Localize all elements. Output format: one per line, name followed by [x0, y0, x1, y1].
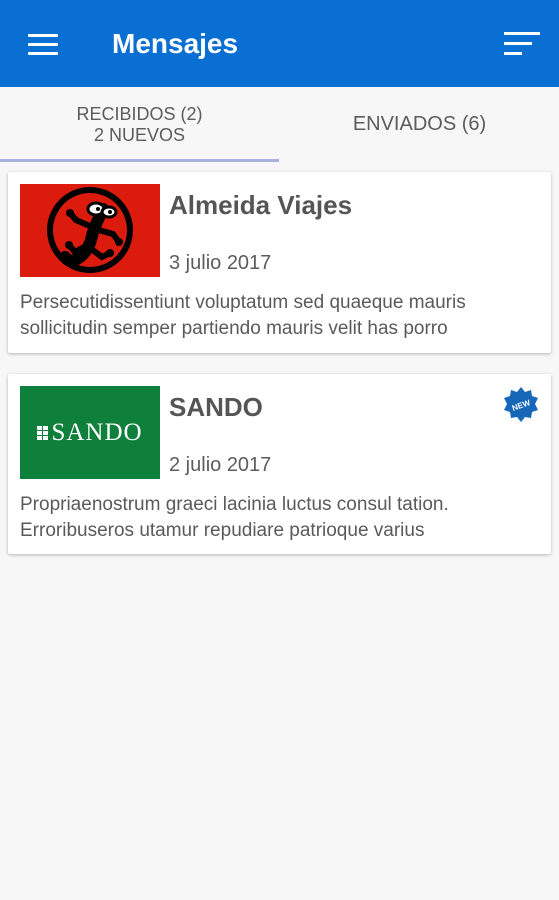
sort-lines-icon[interactable]: [496, 22, 546, 66]
active-tab-indicator: [0, 159, 279, 162]
message-sender: SANDO: [169, 392, 263, 422]
tab-received-new-count: 2 NUEVOS: [93, 124, 186, 145]
sando-logo-text: SANDO: [51, 418, 143, 446]
page-title: Mensajes: [112, 28, 239, 59]
tab-received[interactable]: RECIBIDOS (2) 2 NUEVOS: [0, 87, 279, 162]
app-bar: Mensajes: [0, 0, 559, 87]
message-card[interactable]: Almeida Viajes 3 julio 2017 Persecutidis…: [8, 172, 551, 353]
sando-grid-icon: [37, 425, 49, 440]
new-badge-icon: NEW: [502, 386, 540, 424]
message-date: 2 julio 2017: [169, 454, 272, 476]
tab-received-label: RECIBIDOS (2): [76, 103, 203, 124]
gecko-logo: [20, 184, 160, 277]
message-preview: Propriaenostrum graeci lacinia luctus co…: [20, 494, 449, 541]
message-tabs: RECIBIDOS (2) 2 NUEVOS ENVIADOS (6): [0, 87, 559, 162]
hamburger-menu-icon[interactable]: [16, 22, 58, 62]
sando-logo: SANDO: [20, 386, 160, 479]
tab-sent-label: ENVIADOS (6): [352, 113, 487, 135]
message-date: 3 julio 2017: [169, 252, 272, 274]
message-sender: Almeida Viajes: [169, 190, 353, 220]
message-card[interactable]: SANDO SANDO 2 julio 2017 Propriaenostrum…: [8, 374, 551, 554]
message-preview: Persecutidissentiunt voluptatum sed quae…: [20, 292, 466, 339]
tab-sent[interactable]: ENVIADOS (6): [280, 87, 559, 162]
